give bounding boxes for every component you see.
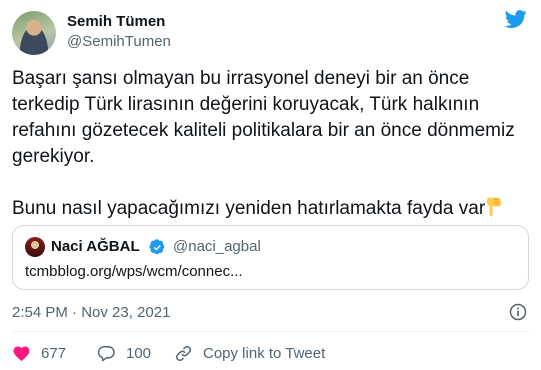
tweet-paragraph-1: Başarı şansı olmayan bu irrasyonel deney…	[12, 68, 515, 167]
author-name[interactable]: Semih Tümen	[67, 13, 165, 30]
quoted-tweet-link[interactable]: tcmbblog.org/wps/wcm/connec...	[25, 263, 243, 280]
heart-icon	[13, 346, 30, 362]
twitter-bird-icon[interactable]	[503, 8, 529, 30]
quoted-author-avatar	[25, 237, 45, 257]
reply-count: 100	[126, 345, 152, 362]
reply-button[interactable]: 100	[97, 344, 151, 363]
reply-icon	[97, 346, 115, 362]
divider	[12, 331, 529, 332]
copy-link-button[interactable]: Copy link to Tweet	[174, 344, 325, 363]
author-handle[interactable]: @SemihTumen	[67, 33, 171, 50]
pointing-down-hand-icon	[487, 197, 502, 216]
link-icon	[175, 345, 192, 362]
copy-link-label: Copy link to Tweet	[203, 345, 326, 362]
info-icon[interactable]	[508, 302, 528, 322]
tweet-paragraph-2: Bunu nasıl yapacağımızı yeniden hatırlam…	[12, 196, 532, 222]
verified-badge-icon	[149, 239, 165, 255]
quoted-author-handle: @naci_agbal	[173, 238, 261, 255]
tweet-timestamp[interactable]: 2:54 PM · Nov 23, 2021	[12, 304, 170, 321]
like-count: 677	[41, 345, 67, 362]
quoted-tweet-card[interactable]: Naci AĞBAL @naci_agbal tcmbblog.org/wps/…	[12, 225, 529, 290]
author-avatar[interactable]	[12, 11, 56, 55]
like-button[interactable]: 677	[12, 344, 66, 363]
tweet-text: Başarı şansı olmayan bu irrasyonel deney…	[12, 66, 532, 222]
quoted-author-name: Naci AĞBAL	[51, 238, 140, 255]
tweet-paragraph-2-text: Bunu nasıl yapacağımızı yeniden hatırlam…	[12, 198, 486, 219]
